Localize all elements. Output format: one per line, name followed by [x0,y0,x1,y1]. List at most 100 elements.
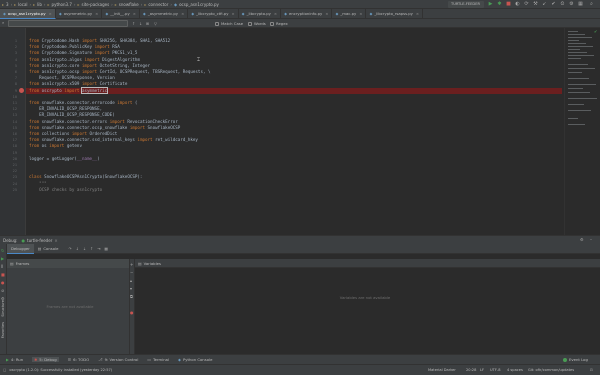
breakpoint-icon[interactable] [19,88,24,94]
code-line[interactable] [26,168,564,174]
words-checkbox[interactable] [248,21,252,26]
close-tab-icon[interactable]: × [274,11,277,16]
run-config-dropdown[interactable]: TURTLE-FEEDER [448,1,484,8]
pause-icon[interactable]: Ⅱ [1,264,3,269]
stop-debug-icon[interactable]: ■ [1,272,5,277]
code-line[interactable]: from Cryptodome.Signature import PKCS1_v… [26,50,564,56]
editor-tab[interactable]: ◆ ocsp_asn1crypto.py × [0,8,56,19]
close-tab-icon[interactable]: × [133,11,136,16]
breadcrumb-item[interactable]: local [18,2,27,7]
select-all-occurrences-icon[interactable]: ⊞ [146,21,149,26]
step-into-icon[interactable]: ↓ [76,246,79,251]
line-number[interactable]: 5 [0,63,17,69]
code-line[interactable]: from snowflake.connector.ssd_internal_ke… [26,137,564,143]
line-number[interactable]: 25 [0,187,17,193]
editor-tab[interactable]: ◆ asymmetric.py × [56,8,103,19]
profile-icon[interactable]: ⟳ [523,1,530,8]
breadcrumb-item[interactable]: snowflake [119,2,139,7]
step-into-my-code-icon[interactable]: ⇣ [83,246,86,251]
line-number[interactable]: 14 [0,119,17,125]
line-number[interactable]: 17 [0,137,17,143]
line-number[interactable]: 9 [0,88,17,94]
code-line[interactable]: from snowflake.connector.ocsp_snowflake … [26,125,564,131]
code-line[interactable]: from Cryptodome.PublicKey import RSA [26,44,564,50]
option-words[interactable]: Words [248,21,266,26]
copy-icon[interactable]: ⧉ [130,294,133,299]
vcs-commit-icon[interactable]: ✔ [550,1,557,8]
breadcrumb-item[interactable]: ocsp_asn1crypto.py [179,2,219,7]
line-number[interactable]: 23 [0,174,17,180]
close-tab-icon[interactable]: × [95,11,98,16]
debug-icon[interactable]: ✱ [496,1,503,8]
prev-occurrence-icon[interactable]: ↑ [132,21,135,26]
mute-breakpoints-icon[interactable]: ⊘ [1,288,4,293]
debug-config-tab[interactable]: turtle-feeder [27,238,52,243]
option-match-case[interactable]: Match Case [215,21,243,26]
close-tab-icon[interactable]: × [359,11,362,16]
code-line[interactable]: """ [26,181,564,187]
sidebar-structure[interactable]: Structure [1,300,5,317]
editor-tab[interactable]: ◆ _libcrypto_ctfi.py × [188,8,239,19]
code-line[interactable]: Request, OCSPResponse, Version [26,75,564,81]
code-line[interactable] [26,150,564,156]
code-line[interactable] [26,162,564,168]
line-number[interactable]: 22 [0,168,17,174]
filter-icon[interactable]: ▽ [154,21,157,26]
evaluate-icon[interactable]: ▦ [104,246,108,251]
regex-checkbox[interactable] [270,21,274,26]
file-encoding[interactable]: UTF-8 [490,368,500,372]
line-number[interactable]: 3 [0,50,17,56]
code-line[interactable]: from asn1crypto.ocsp import CertId, OCSP… [26,69,564,75]
breadcrumb-item[interactable]: connector [148,2,168,7]
line-ending[interactable]: LF [480,368,484,372]
code-line[interactable]: from asn1crypto.core import OctetString,… [26,63,564,69]
vcs-update-icon[interactable]: ↙ [541,1,548,8]
sidebar-favorites[interactable]: Favorites [1,322,5,338]
breadcrumb-item[interactable]: 3 [6,2,9,7]
bottom-tool-button[interactable]: ▭ Terminal [147,357,169,362]
editor-tab[interactable]: ◆ _mac.py × [332,8,367,19]
code-line[interactable]: OCSP checks by asn1crypto [26,187,564,193]
line-number[interactable]: 8 [0,81,17,87]
hide-panel-icon[interactable]: – [590,237,592,242]
view-breakpoints-icon[interactable]: ● [1,280,5,285]
line-number[interactable]: 20 [0,156,17,162]
code-line[interactable]: from asn1crypto.x509 import Certificate [26,81,564,87]
line-number[interactable]: 4 [0,57,17,63]
gear-icon[interactable]: ⚙ [580,237,584,242]
close-tab-icon[interactable]: × [49,11,52,16]
breadcrumb-item[interactable]: lib [37,2,42,7]
line-number[interactable]: 13 [0,112,17,118]
run-icon[interactable]: ▶ [487,1,494,8]
code-line[interactable]: from snowflake.connector.errorcode impor… [26,100,564,106]
move-up-icon[interactable]: ▴ [130,278,132,283]
bottom-tool-button[interactable]: ✱ 5: Debug [32,357,59,362]
close-tab-icon[interactable]: × [416,11,419,16]
tab-console[interactable]: ▤ Console [34,244,63,254]
editor-tab[interactable]: ◆ _asymmetric.py × [140,8,189,19]
editor-tab[interactable]: ◆ _libcrypto.py × [239,8,282,19]
status-message[interactable]: oscrypto (1.2.0): Successfully installed… [9,368,112,372]
editor-tab[interactable]: ◆ encryptioninfo.py × [281,8,333,19]
add-watch-icon[interactable]: + [130,262,133,267]
step-over-icon[interactable]: ↷ [68,246,71,251]
close-tab-icon[interactable]: × [181,11,184,16]
code-line[interactable]: from Cryptodome.Hash import SHA256, SHA3… [26,38,564,44]
settings-icon[interactable]: ⚙ [568,1,575,8]
history-icon[interactable]: ⏲ [559,1,566,8]
caret-position[interactable]: 20:28 [466,368,476,372]
bottom-tool-button[interactable]: ☰ 6: TODO [68,357,90,362]
lock-icon[interactable]: ⊡ [590,368,593,372]
option-regex[interactable]: Regex [270,21,288,26]
build-icon[interactable]: ⚒ [532,1,539,8]
code-line[interactable]: from os import getenv [26,143,564,149]
code-editor[interactable]: from Cryptodome.Hash import SHA256, SHA3… [26,28,564,235]
editor-scrollbar[interactable]: ✔ [564,28,600,235]
next-occurrence-icon[interactable]: ↓ [139,21,142,26]
code-line[interactable]: ER_INVALID_OCSP_RESPONSE_CODE) [26,112,564,118]
remove-watch-icon[interactable]: − [130,270,133,275]
line-number[interactable]: 15 [0,125,17,131]
close-debug-tab-icon[interactable]: × [54,238,57,243]
stop-icon[interactable]: ■ [505,1,512,8]
step-out-icon[interactable]: ↑ [90,246,93,251]
